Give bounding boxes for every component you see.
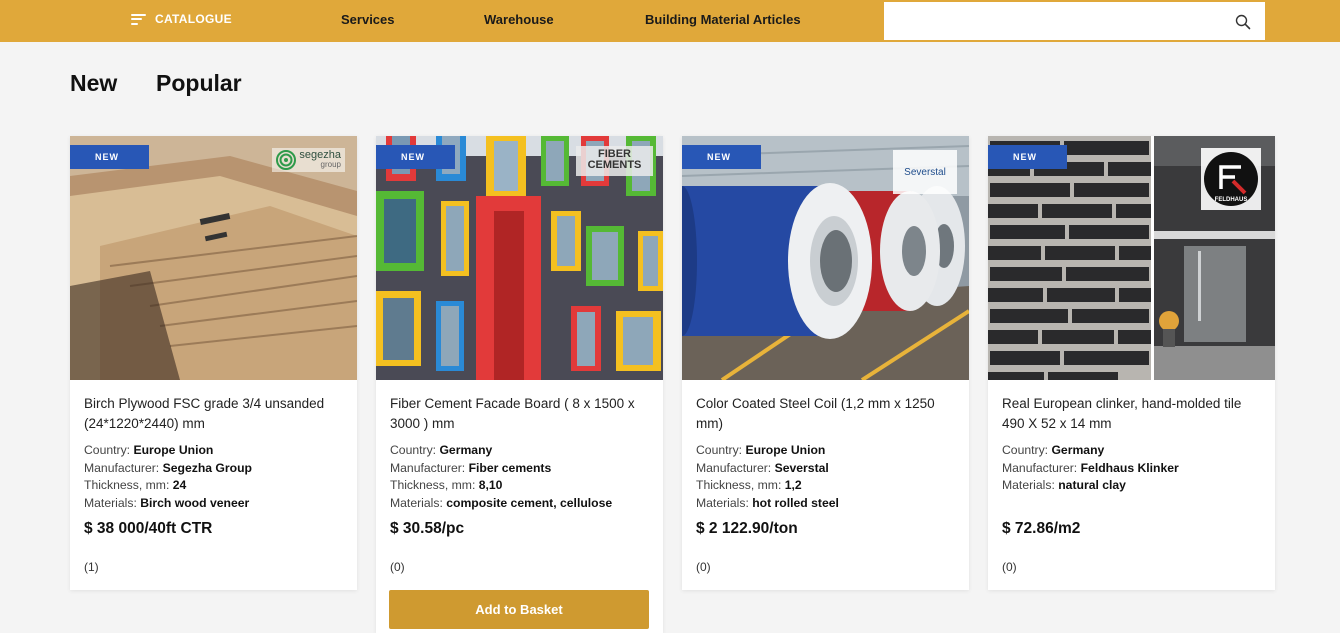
tab-popular[interactable]: Popular	[156, 70, 242, 97]
country-value: Germany	[439, 443, 493, 457]
materials-value: hot rolled steel	[752, 496, 839, 511]
country-value: Europe Union	[133, 443, 214, 457]
materials-value: composite cement, cellulose	[446, 496, 613, 511]
thickness-value: 24	[172, 478, 187, 493]
review-count[interactable]: (1)	[84, 560, 99, 574]
product-price: $ 72.86/m2	[1002, 520, 1081, 537]
country-value: Germany	[1051, 443, 1105, 457]
nav-building-material-articles[interactable]: Building Material Articles	[645, 12, 801, 27]
product-specs: Country: Germany Manufacturer: Feldhaus …	[1002, 443, 1179, 493]
product-specs: Country: Europe Union Manufacturer: Seve…	[696, 443, 839, 511]
logo-sub: group	[320, 160, 341, 169]
severstal-logo: Severstal	[893, 150, 957, 194]
review-count[interactable]: (0)	[696, 560, 711, 574]
new-badge: NEW	[70, 145, 149, 169]
product-image[interactable]: NEW FELDHAUS	[988, 136, 1275, 380]
segezha-logo-icon	[276, 150, 297, 170]
plywood-image	[70, 136, 357, 380]
new-badge: NEW	[682, 145, 761, 169]
product-card[interactable]: NEW Severstal Color Coated Steel Coil (1…	[682, 136, 969, 590]
product-title[interactable]: Fiber Cement Facade Board ( 8 x 1500 x 3…	[390, 394, 650, 434]
logo-text: Severstal	[904, 166, 946, 178]
search-input[interactable]	[884, 2, 1214, 40]
nav-services[interactable]: Services	[341, 12, 395, 27]
product-image[interactable]: NEW FIBER CEMENTS	[376, 136, 663, 380]
thickness-value: 8,10	[478, 478, 503, 493]
catalogue-label: CATALOGUE	[155, 12, 232, 26]
fiber-cements-logo: FIBER CEMENTS	[576, 146, 653, 176]
search-icon[interactable]	[1235, 14, 1251, 30]
product-card[interactable]: NEW segezha group Birch Plywood FSC grad…	[70, 136, 357, 590]
manufacturer-value: Severstal	[774, 460, 829, 475]
product-card[interactable]: NEW FELDHAUS Real European clinker, hand…	[988, 136, 1275, 590]
top-bar: CATALOGUE Services Warehouse Building Ma…	[0, 0, 1340, 42]
catalogue-button[interactable]: CATALOGUE	[131, 12, 232, 26]
product-price: $ 2 122.90/ton	[696, 520, 798, 537]
review-count[interactable]: (0)	[1002, 560, 1017, 574]
manufacturer-value: Segezha Group	[162, 460, 252, 475]
product-price: $ 38 000/40ft CTR	[84, 520, 213, 537]
product-price: $ 30.58/pc	[390, 520, 465, 537]
logo-sub: CEMENTS	[587, 159, 642, 171]
country-value: Europe Union	[745, 443, 826, 457]
new-badge: NEW	[988, 145, 1067, 169]
new-badge: NEW	[376, 145, 455, 169]
add-to-basket-button[interactable]: Add to Basket	[389, 590, 649, 629]
product-title[interactable]: Birch Plywood FSC grade 3/4 unsanded (24…	[84, 394, 344, 434]
feldhaus-logo: FELDHAUS	[1201, 148, 1261, 210]
product-image[interactable]: NEW Severstal	[682, 136, 969, 380]
menu-icon	[131, 13, 146, 25]
materials-value: Birch wood veneer	[140, 496, 250, 511]
product-image[interactable]: NEW segezha group	[70, 136, 357, 380]
product-title[interactable]: Real European clinker, hand-molded tile …	[1002, 394, 1262, 434]
thickness-value: 1,2	[784, 478, 802, 493]
feldhaus-logo-icon: FELDHAUS	[1204, 152, 1258, 206]
manufacturer-value: Fiber cements	[468, 460, 552, 475]
product-specs: Country: Europe Union Manufacturer: Sege…	[84, 443, 252, 511]
logo-text: FELDHAUS	[1215, 197, 1248, 203]
segezha-logo: segezha group	[272, 148, 345, 172]
product-card[interactable]: NEW FIBER CEMENTS Fiber Cement Facade Bo…	[376, 136, 663, 633]
search-box	[883, 1, 1266, 41]
logo-text: segezha	[299, 149, 341, 161]
tab-new[interactable]: New	[70, 70, 117, 97]
review-count[interactable]: (0)	[390, 560, 405, 574]
product-title[interactable]: Color Coated Steel Coil (1,2 mm x 1250 m…	[696, 394, 956, 434]
nav-warehouse[interactable]: Warehouse	[484, 12, 554, 27]
materials-value: natural clay	[1058, 478, 1126, 493]
manufacturer-value: Feldhaus Klinker	[1080, 460, 1179, 475]
product-specs: Country: Germany Manufacturer: Fiber cem…	[390, 443, 613, 511]
